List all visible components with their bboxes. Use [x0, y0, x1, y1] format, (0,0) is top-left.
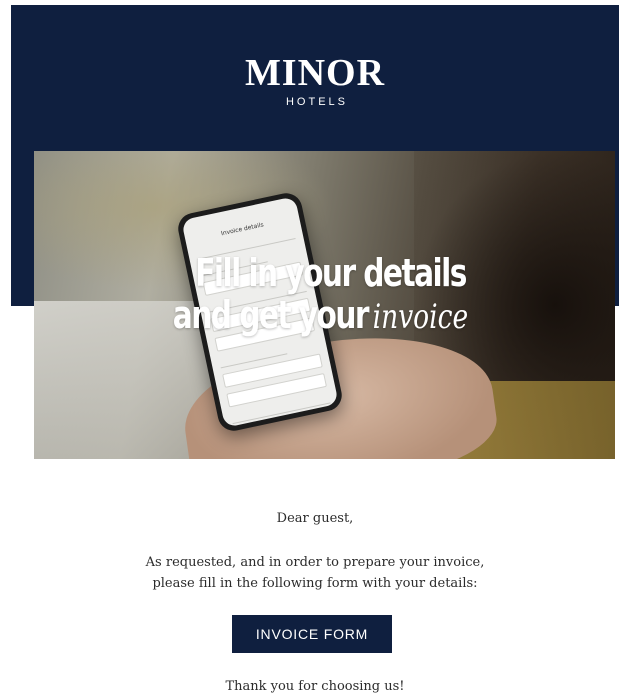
greeting-text: Dear guest,: [276, 511, 354, 526]
instruction-line-1: As requested, and in order to prepare yo…: [145, 555, 485, 570]
cta-wrapper: INVOICE FORM: [11, 615, 619, 653]
hero-headline-prefix: and get your: [172, 293, 370, 337]
instruction-paragraph: As requested, and in order to prepare yo…: [11, 552, 619, 594]
logo-wordmark: MINOR: [244, 52, 386, 94]
hero-headline-line1: Fill in your details: [195, 251, 467, 295]
hero-image: Invoice details Fill in your details and…: [34, 151, 615, 459]
instruction-line-2: please fill in the following form with y…: [152, 576, 478, 591]
logo-subtitle: HOTELS: [285, 96, 348, 108]
email-container: MINOR HOTELS Invoice details Fill in you…: [11, 5, 619, 696]
thank-you-text: Thank you for choosing us!: [225, 679, 405, 694]
minor-hotels-logo: MINOR HOTELS: [11, 53, 619, 109]
hero-headline-line2: and get your invoice: [94, 295, 547, 337]
invoice-form-button[interactable]: INVOICE FORM: [232, 615, 392, 653]
hero-headline-script: invoice: [372, 297, 469, 337]
